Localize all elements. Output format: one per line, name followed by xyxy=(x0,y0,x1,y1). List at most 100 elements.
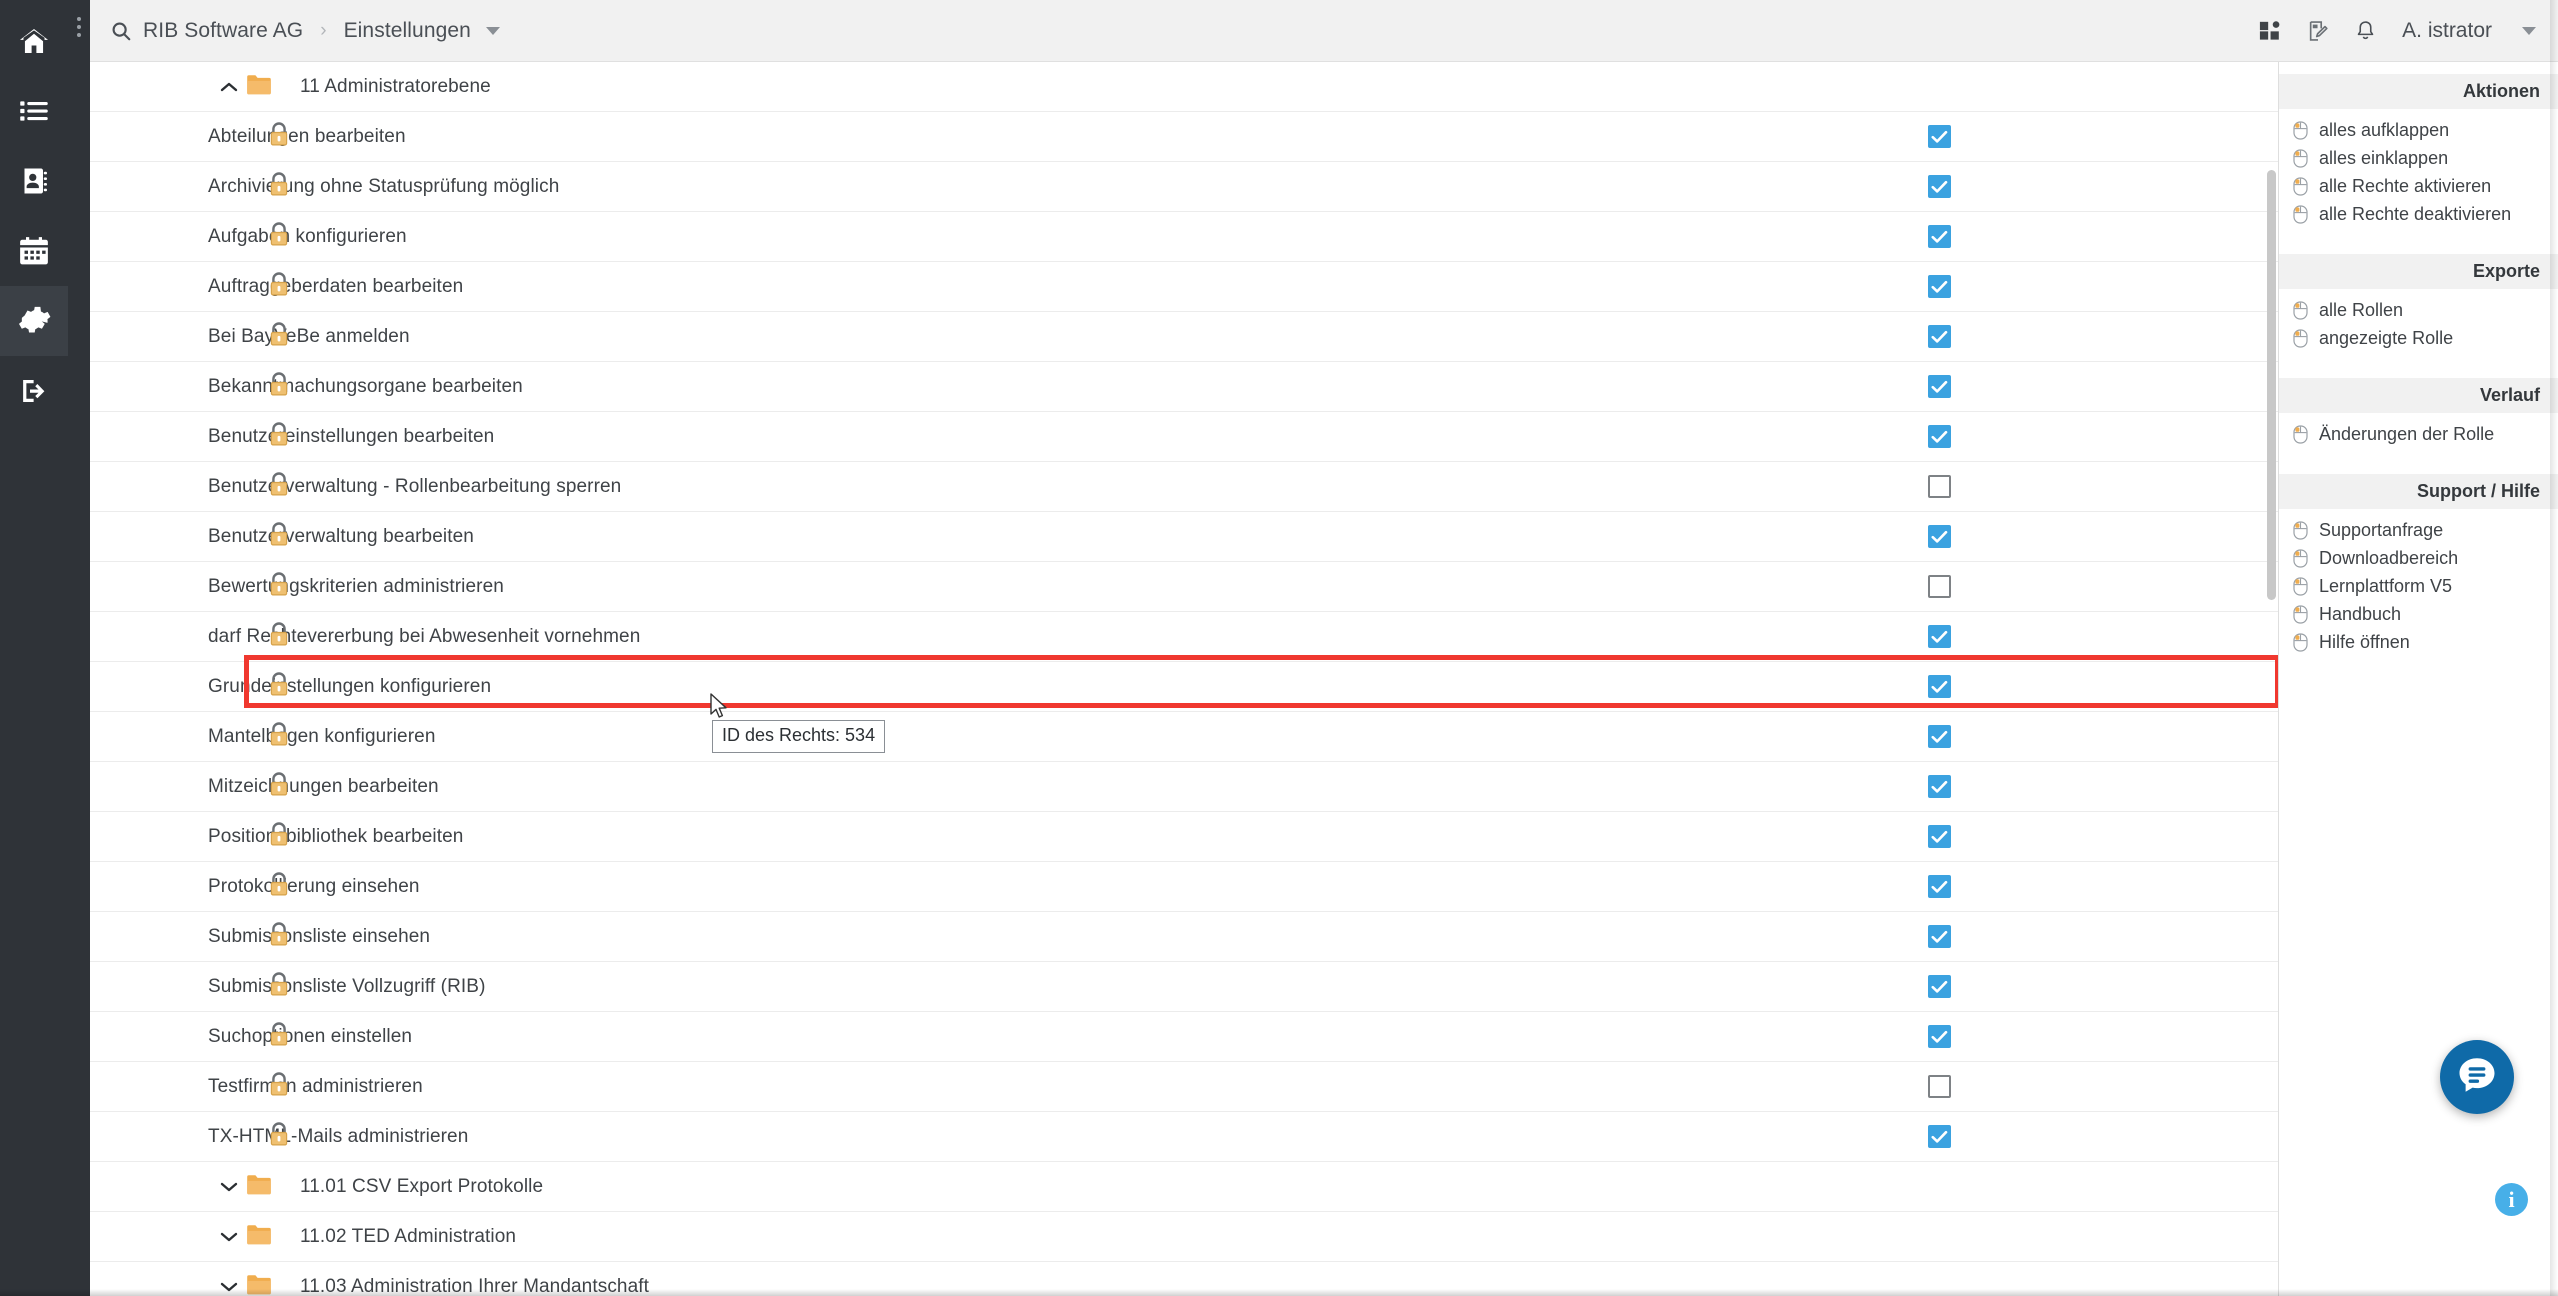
side-panel-action-label: Hilfe öffnen xyxy=(2319,631,2410,652)
rail-item-settings[interactable] xyxy=(0,286,68,356)
side-panel-action-item[interactable]: Handbuch xyxy=(2279,600,2558,628)
side-panel-action-label: alle Rechte aktivieren xyxy=(2319,175,2492,196)
permission-checkbox-cell xyxy=(1858,112,2278,161)
apps-grid-icon[interactable] xyxy=(2259,20,2281,42)
user-menu-chevron-down-icon[interactable] xyxy=(2522,26,2536,35)
list-scrollbar[interactable] xyxy=(2267,62,2276,1296)
permission-row[interactable]: Submissonsliste einsehen xyxy=(90,912,2278,962)
side-panel-action-item[interactable]: alle Rechte deaktivieren xyxy=(2279,200,2558,228)
permission-row[interactable]: Grundeinstellungen konfigurieren xyxy=(90,662,2278,712)
mouse-click-icon xyxy=(2293,632,2308,652)
checkbox-checked[interactable] xyxy=(1928,675,1951,698)
checkbox-checked[interactable] xyxy=(1928,225,1951,248)
permission-row[interactable]: Archivierung ohne Statusprüfung möglich xyxy=(90,162,2278,212)
chevron-up-icon[interactable] xyxy=(218,76,240,98)
group-row-label: 11.03 Administration Ihrer Mandantschaft xyxy=(300,1275,650,1296)
rail-item-list[interactable] xyxy=(0,76,68,146)
permission-row-label: Submissonsliste einsehen xyxy=(208,925,431,947)
side-panel-action-item[interactable]: Supportanfrage xyxy=(2279,516,2558,544)
permission-row[interactable]: Mitzeichnungen bearbeiten xyxy=(90,762,2278,812)
checkbox-checked[interactable] xyxy=(1928,725,1951,748)
chevron-down-icon[interactable] xyxy=(485,26,500,35)
permission-group-row[interactable]: 11.03 Administration Ihrer Mandantschaft xyxy=(90,1262,2278,1296)
edit-document-icon[interactable] xyxy=(2307,19,2329,43)
rail-item-contacts[interactable] xyxy=(0,146,68,216)
main-region: RIB Software AG › Einstellungen A. istra… xyxy=(90,0,2558,1296)
list-icon xyxy=(18,96,50,126)
checkbox-checked[interactable] xyxy=(1928,375,1951,398)
permission-row-label: Protokollierung einsehen xyxy=(208,875,420,897)
permission-row-label: Bei BayVeBe anmelden xyxy=(208,325,410,347)
user-menu-label[interactable]: A. istrator xyxy=(2402,19,2492,43)
checkbox-checked[interactable] xyxy=(1928,875,1951,898)
checkbox-checked[interactable] xyxy=(1928,975,1951,998)
permission-row[interactable]: Testfirmen administrieren xyxy=(90,1062,2278,1112)
top-bar: RIB Software AG › Einstellungen A. istra… xyxy=(90,0,2558,62)
permission-row[interactable]: darf Rechtevererbung bei Abwesenheit vor… xyxy=(90,612,2278,662)
checkbox-checked[interactable] xyxy=(1928,1125,1951,1148)
logout-icon xyxy=(17,376,51,406)
checkbox-checked[interactable] xyxy=(1928,525,1951,548)
permission-group-row[interactable]: 11.01 CSV Export Protokolle xyxy=(90,1162,2278,1212)
permission-checkbox-cell xyxy=(1858,1062,2278,1111)
chevron-down-icon[interactable] xyxy=(218,1226,240,1248)
permission-row[interactable]: Aufgaben konfigurieren xyxy=(90,212,2278,262)
permission-row[interactable]: Submissonsliste Vollzugriff (RIB) xyxy=(90,962,2278,1012)
rail-collapse-handle[interactable] xyxy=(72,10,86,44)
checkbox-checked[interactable] xyxy=(1928,925,1951,948)
permission-row[interactable]: Bei BayVeBe anmelden xyxy=(90,312,2278,362)
permission-row[interactable]: Protokollierung einsehen xyxy=(90,862,2278,912)
checkbox-checked[interactable] xyxy=(1928,825,1951,848)
side-panel-action-item[interactable]: alles einklappen xyxy=(2279,144,2558,172)
permission-row[interactable]: Benutzereinstellungen bearbeiten xyxy=(90,412,2278,462)
side-panel-action-item[interactable]: Änderungen der Rolle xyxy=(2279,420,2558,448)
side-panel-action-item[interactable]: Hilfe öffnen xyxy=(2279,628,2558,656)
permission-row[interactable]: Suchoptionen einstellen xyxy=(90,1012,2278,1062)
checkbox-unchecked[interactable] xyxy=(1928,1075,1951,1098)
side-panel-action-item[interactable]: angezeigte Rolle xyxy=(2279,324,2558,352)
chevron-down-icon[interactable] xyxy=(218,1276,240,1296)
side-panel-action-item[interactable]: alle Rollen xyxy=(2279,296,2558,324)
checkbox-checked[interactable] xyxy=(1928,175,1951,198)
breadcrumb-item-company[interactable]: RIB Software AG xyxy=(143,19,303,43)
breadcrumb-item-settings[interactable]: Einstellungen xyxy=(344,19,471,43)
rail-item-home[interactable] xyxy=(0,6,68,76)
side-panel-action-item[interactable]: Lernplattform V5 xyxy=(2279,572,2558,600)
permission-row[interactable]: TX-HTML-Mails administrieren xyxy=(90,1112,2278,1162)
permission-row[interactable]: Benutzerverwaltung bearbeiten xyxy=(90,512,2278,562)
permission-row[interactable]: Bekanntmachungsorgane bearbeiten xyxy=(90,362,2278,412)
permission-row[interactable]: Bewertungskriterien administrieren xyxy=(90,562,2278,612)
permission-row[interactable]: Abteilungen bearbeiten xyxy=(90,112,2278,162)
search-icon[interactable] xyxy=(110,20,132,42)
bell-icon[interactable] xyxy=(2355,19,2376,42)
content-body: 11 Administratorebene Abteilungen bearbei… xyxy=(90,62,2558,1296)
permission-row-label: Abteilungen bearbeiten xyxy=(208,125,406,147)
permission-group-row[interactable]: 11.02 TED Administration xyxy=(90,1212,2278,1262)
permission-group-row[interactable]: 11 Administratorebene xyxy=(90,62,2278,112)
side-panel-action-item[interactable]: alle Rechte aktivieren xyxy=(2279,172,2558,200)
rail-item-calendar[interactable] xyxy=(0,216,68,286)
info-button[interactable]: i xyxy=(2495,1183,2528,1216)
checkbox-checked[interactable] xyxy=(1928,775,1951,798)
chat-fab-button[interactable] xyxy=(2440,1040,2514,1114)
checkbox-checked[interactable] xyxy=(1928,325,1951,348)
rail-item-logout[interactable] xyxy=(0,356,68,426)
permission-checkbox-cell xyxy=(1858,612,2278,661)
side-panel-action-item[interactable]: alles aufklappen xyxy=(2279,116,2558,144)
permission-row[interactable]: Auftraggeberdaten bearbeiten xyxy=(90,262,2278,312)
checkbox-checked[interactable] xyxy=(1928,1025,1951,1048)
checkbox-checked[interactable] xyxy=(1928,125,1951,148)
list-scrollbar-thumb[interactable] xyxy=(2267,170,2276,600)
checkbox-checked[interactable] xyxy=(1928,275,1951,298)
checkbox-checked[interactable] xyxy=(1928,425,1951,448)
permission-checkbox-cell xyxy=(1858,762,2278,811)
checkbox-unchecked[interactable] xyxy=(1928,475,1951,498)
checkbox-checked[interactable] xyxy=(1928,625,1951,648)
permission-row[interactable]: Positionsbibliothek bearbeiten xyxy=(90,812,2278,862)
side-panel-action-item[interactable]: Downloadbereich xyxy=(2279,544,2558,572)
permission-row[interactable]: Benutzerverwaltung - Rollenbearbeitung s… xyxy=(90,462,2278,512)
checkbox-unchecked[interactable] xyxy=(1928,575,1951,598)
permission-row-label: Positionsbibliothek bearbeiten xyxy=(208,825,464,847)
chevron-down-icon[interactable] xyxy=(218,1176,240,1198)
permission-row[interactable]: Mantelbogen konfigurieren xyxy=(90,712,2278,762)
